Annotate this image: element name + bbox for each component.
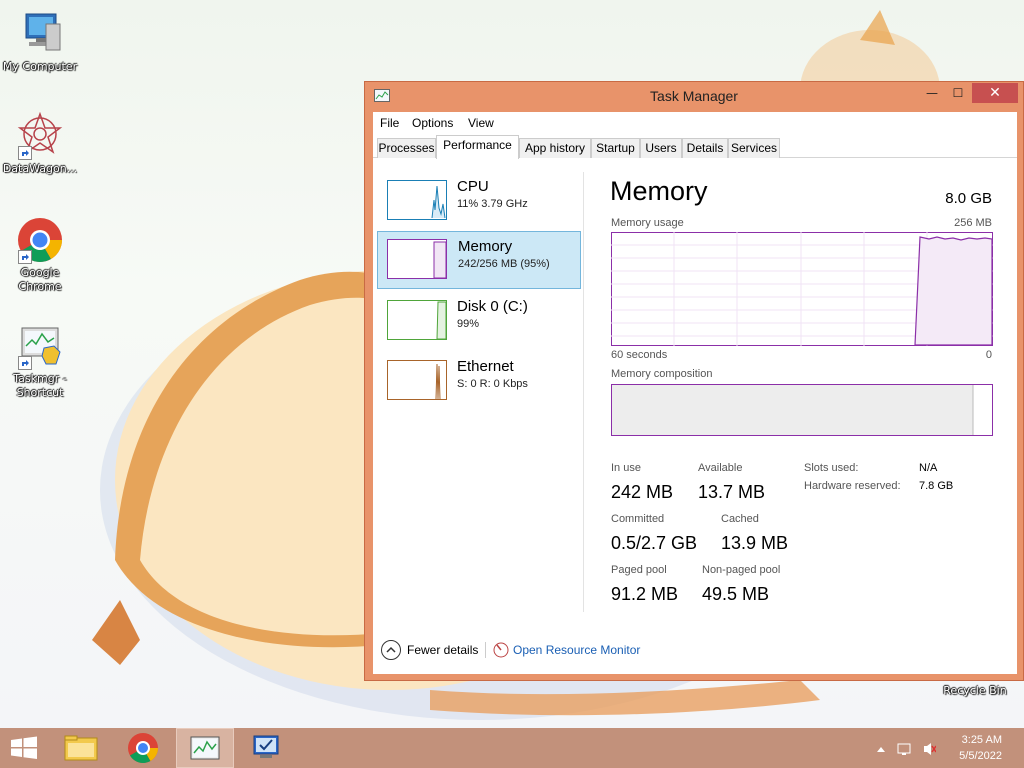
chrome-icon (128, 733, 158, 764)
desktop-icon-label: My Computer (2, 60, 78, 73)
chrome-icon (16, 216, 64, 264)
tab-details[interactable]: Details (682, 138, 728, 158)
monitor-check-icon (253, 735, 279, 758)
menu-options[interactable]: Options (412, 116, 453, 130)
cached-value: 13.9 MB (721, 533, 789, 553)
task-manager-icon (190, 736, 220, 760)
desktop-icon-my-computer[interactable]: My Computer (0, 10, 80, 74)
task-manager-icon (16, 322, 64, 370)
window-titlebar[interactable]: Task Manager — ☐ ✕ (365, 82, 1023, 112)
slots-used-label: Slots used: (804, 462, 859, 474)
cpu-thumbnail-graph (387, 180, 447, 220)
clock-date[interactable]: 5/5/2022 (948, 750, 1002, 762)
sidebar-item-ethernet[interactable]: Ethernet S: 0 R: 0 Kbps (377, 352, 581, 410)
tab-startup[interactable]: Startup (591, 138, 640, 158)
cached-label: Cached (721, 513, 759, 525)
desktop-icon-label: Google Chrome (18, 266, 62, 293)
in-use-label: In use (611, 462, 641, 474)
taskbar-remote-app[interactable] (236, 728, 294, 768)
paged-pool-value: 91.2 MB (611, 584, 679, 604)
committed-value: 0.5/2.7 GB (611, 533, 698, 553)
footer-bar: Fewer details Open Resource Monitor (373, 632, 1017, 668)
sidebar-item-label: Disk 0 (C:) (457, 298, 528, 315)
taskbar-chrome[interactable] (114, 728, 172, 768)
memory-usage-max: 256 MB (954, 217, 992, 229)
chevron-up-icon[interactable] (381, 640, 401, 660)
tab-strip: Processes Performance App history Startu… (373, 135, 1017, 159)
resource-monitor-icon (493, 642, 509, 658)
tab-performance[interactable]: Performance (436, 135, 519, 159)
available-label: Available (698, 462, 743, 474)
in-use-value: 242 MB (611, 482, 674, 502)
sidebar-item-detail: 99% (457, 318, 480, 330)
taskbar-file-explorer[interactable] (52, 728, 110, 768)
datawagon-icon (16, 111, 64, 160)
sidebar-item-label: Memory (458, 238, 513, 255)
start-button[interactable] (0, 728, 58, 768)
memory-composition-caption: Memory composition (611, 368, 713, 380)
taskbar-task-manager[interactable] (176, 728, 234, 768)
show-hidden-icons-icon (877, 747, 885, 752)
disk-thumbnail-graph (387, 300, 447, 340)
hardware-reserved-value: 7.8 GB (919, 480, 954, 492)
desktop-icon-taskmgr-shortcut[interactable]: Taskmgr - Shortcut (0, 322, 80, 400)
panel-divider (583, 172, 584, 612)
desktop-icon-google-chrome[interactable]: Google Chrome (0, 216, 80, 294)
fewer-details-link[interactable]: Fewer details (407, 643, 478, 657)
available-value: 13.7 MB (698, 482, 766, 502)
slots-used-value: N/A (919, 462, 938, 474)
paged-pool-label: Paged pool (611, 564, 667, 576)
tab-processes[interactable]: Processes (377, 138, 436, 158)
clock-time[interactable]: 3:25 AM (948, 734, 1002, 746)
non-paged-pool-label: Non-paged pool (702, 564, 781, 576)
memory-total: 8.0 GB (945, 190, 992, 207)
sidebar-item-detail: 11% 3.79 GHz (457, 198, 528, 210)
sidebar-item-memory[interactable]: Memory 242/256 MB (95%) (377, 231, 581, 289)
tab-users[interactable]: Users (640, 138, 682, 158)
folder-icon (64, 735, 98, 761)
committed-label: Committed (611, 513, 665, 525)
menu-file[interactable]: File (380, 116, 399, 130)
windows-logo-icon (11, 736, 37, 759)
computer-icon (16, 10, 64, 58)
shortcut-arrow-icon (18, 146, 32, 160)
page-title: Memory (610, 176, 708, 206)
sidebar-item-label: Ethernet (457, 358, 514, 375)
memory-usage-caption: Memory usage (611, 217, 684, 229)
sidebar-item-disk[interactable]: Disk 0 (C:) 99% (377, 292, 581, 350)
taskbar: 3:25 AM 5/5/2022 (0, 728, 1024, 768)
shortcut-arrow-icon (18, 356, 32, 370)
sidebar-item-detail: 242/256 MB (95%) (458, 258, 550, 270)
sidebar-item-label: CPU (457, 178, 489, 195)
footer-divider (485, 642, 486, 658)
menu-bar: File Options View (373, 112, 1017, 134)
open-resource-monitor-link[interactable]: Open Resource Monitor (513, 643, 640, 657)
minimize-button[interactable]: — (919, 83, 945, 103)
graph-time-span: 60 seconds (611, 349, 668, 361)
system-tray-icons[interactable] (876, 742, 936, 756)
non-paged-pool-value: 49.5 MB (702, 584, 770, 604)
graph-time-end: 0 (985, 349, 992, 361)
close-button[interactable]: ✕ (972, 83, 1018, 103)
ethernet-thumbnail-graph (387, 360, 447, 400)
desktop-icon-label: DataWagon... (2, 162, 78, 175)
memory-composition-bar (611, 384, 993, 436)
desktop-icon-datawagon[interactable]: DataWagon... (0, 111, 80, 176)
tab-app-history[interactable]: App history (519, 138, 591, 158)
memory-usage-graph (611, 232, 993, 346)
memory-thumbnail-graph (387, 239, 447, 279)
sidebar-item-detail: S: 0 R: 0 Kbps (457, 378, 528, 390)
desktop-icon-recycle-bin[interactable]: Recycle Bin (935, 682, 1015, 698)
desktop-icon-label: Recycle Bin (943, 684, 1007, 697)
sidebar-item-cpu[interactable]: CPU 11% 3.79 GHz (377, 172, 581, 230)
hardware-reserved-label: Hardware reserved: (804, 480, 901, 492)
shortcut-arrow-icon (18, 250, 32, 264)
task-manager-window: Task Manager — ☐ ✕ File Options View Pro… (364, 81, 1024, 681)
tab-services[interactable]: Services (728, 138, 780, 158)
window-client-area: File Options View Processes Performance … (373, 112, 1017, 674)
menu-view[interactable]: View (468, 116, 494, 130)
maximize-button[interactable]: ☐ (945, 83, 971, 103)
desktop-icon-label: Taskmgr - Shortcut (13, 372, 67, 399)
